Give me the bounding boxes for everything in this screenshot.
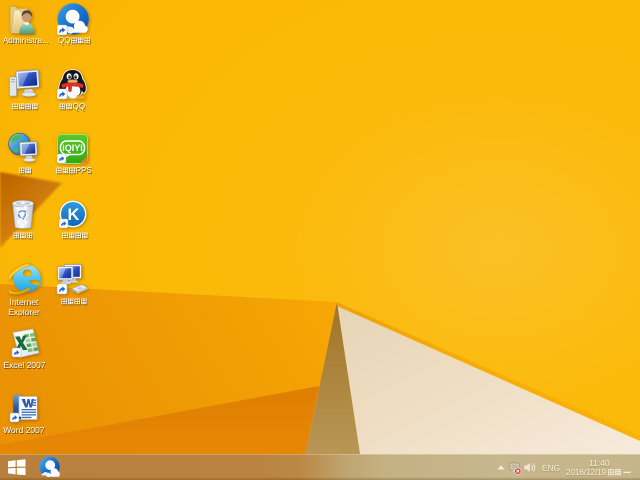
svg-text:QQ: QQ xyxy=(73,102,85,111)
svg-text:Explorer: Explorer xyxy=(8,308,40,317)
svg-text:Word 2007: Word 2007 xyxy=(3,426,45,435)
svg-text:Administra...: Administra... xyxy=(3,36,49,45)
svg-text:QQ: QQ xyxy=(58,36,70,45)
svg-text:K: K xyxy=(68,206,80,224)
svg-text:PPS: PPS xyxy=(76,166,92,175)
svg-text:Internet: Internet xyxy=(10,298,39,307)
svg-text:iQIYI: iQIYI xyxy=(62,143,83,153)
svg-text:Excel 2007: Excel 2007 xyxy=(4,361,46,370)
